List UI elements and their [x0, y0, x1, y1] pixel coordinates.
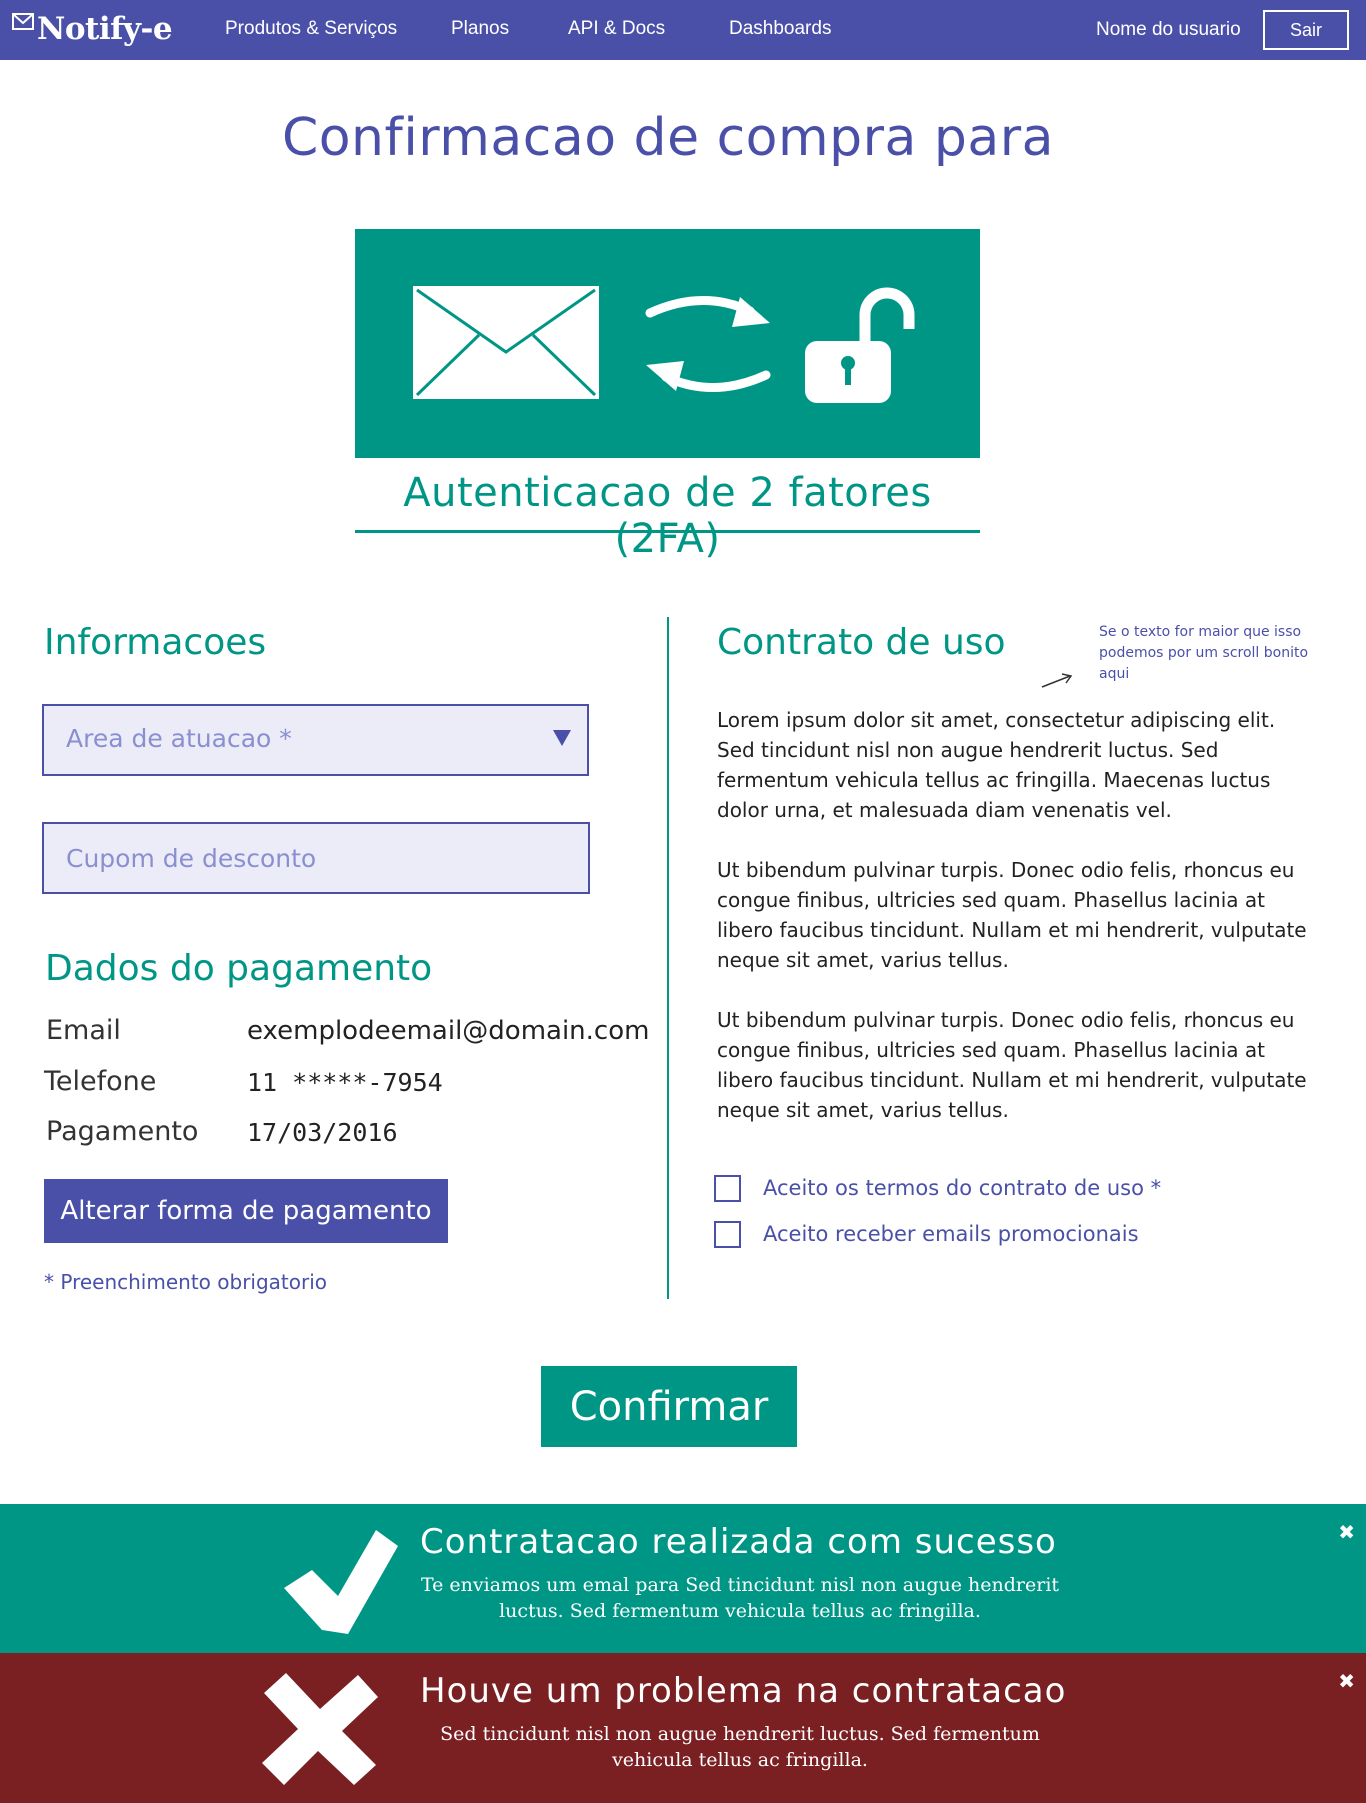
logout-button[interactable]: Sair: [1263, 10, 1349, 50]
designer-annotation: Se o texto for maior que isso podemos po…: [1099, 624, 1309, 682]
brand-logo[interactable]: Notify-e: [12, 6, 173, 52]
success-alert-message: Te enviamos um emal para Sed tincidunt n…: [420, 1574, 1060, 1622]
hero-underline: [355, 530, 980, 533]
payment-date-value: 17/03/2016: [247, 1118, 398, 1147]
user-name[interactable]: Nome do usuario: [1096, 0, 1241, 60]
contract-section-title: Contrato de uso: [717, 622, 1006, 663]
accept-promo-label[interactable]: Aceito receber emails promocionais: [763, 1222, 1139, 1246]
accept-terms-label[interactable]: Aceito os termos do contrato de uso *: [763, 1176, 1161, 1200]
contract-paragraph: Ut bibendum pulvinar turpis. Donec odio …: [717, 858, 1307, 972]
brand-name: Notify-e: [37, 11, 173, 47]
envelope-icon: [413, 286, 599, 399]
success-alert-title: Contratacao realizada com sucesso: [420, 1522, 1057, 1562]
error-alert-message: Sed tincidunt nisl non augue hendrerit l…: [440, 1723, 1040, 1771]
column-divider: [667, 617, 669, 1299]
nav-link-api-docs[interactable]: API & Docs: [568, 0, 665, 60]
arrow-icon: [1041, 673, 1073, 688]
close-icon[interactable]: ✖: [1338, 1669, 1355, 1693]
payment-section-title: Dados do pagamento: [45, 948, 433, 989]
payment-label: Pagamento: [46, 1116, 199, 1147]
nav-link-produtos[interactable]: Produtos & Serviços: [225, 0, 397, 60]
contract-paragraph: Lorem ipsum dolor sit amet, consectetur …: [717, 708, 1276, 822]
accept-promo-checkbox-row[interactable]: Aceito receber emails promocionais: [714, 1214, 1139, 1254]
nav-link-planos[interactable]: Planos: [451, 0, 509, 60]
accept-promo-checkbox[interactable]: [714, 1220, 741, 1248]
top-navbar: Notify-e Produtos & Serviços Planos API …: [0, 0, 1366, 60]
page-title: Confirmacao de compra para: [281, 108, 1055, 168]
accept-terms-checkbox[interactable]: [714, 1174, 741, 1202]
hero-caption: Autenticacao de 2 fatores (2FA): [403, 470, 932, 562]
two-factor-banner: [355, 229, 980, 458]
change-payment-button[interactable]: Alterar forma de pagamento: [44, 1179, 448, 1243]
accept-terms-checkbox-row[interactable]: Aceito os termos do contrato de uso *: [714, 1168, 1161, 1208]
email-value: exemplodeemail@domain.com: [247, 1016, 650, 1046]
coupon-input[interactable]: [42, 822, 590, 894]
contract-paragraph: Ut bibendum pulvinar turpis. Donec odio …: [717, 1008, 1307, 1122]
error-alert-title: Houve um problema na contratacao: [420, 1671, 1067, 1711]
cross-icon: [262, 1673, 378, 1785]
error-alert: Houve um problema na contratacao Sed tin…: [0, 1653, 1366, 1803]
phone-value: 11 *****-7954: [247, 1068, 443, 1097]
chevron-down-icon: [553, 730, 571, 746]
check-icon: [284, 1530, 398, 1634]
area-select[interactable]: Area de atuacao *: [42, 704, 589, 776]
email-label: Email: [46, 1015, 121, 1046]
unlock-icon: [805, 287, 915, 403]
sync-icon: [645, 296, 771, 392]
envelope-icon: [12, 13, 34, 30]
success-alert: Contratacao realizada com sucesso Te env…: [0, 1504, 1366, 1654]
close-icon[interactable]: ✖: [1338, 1520, 1355, 1544]
required-note: * Preenchimento obrigatorio: [44, 1270, 328, 1294]
info-section-title: Informacoes: [44, 622, 267, 663]
nav-link-dashboards[interactable]: Dashboards: [729, 0, 831, 60]
phone-label: Telefone: [44, 1066, 157, 1097]
area-select-placeholder: Area de atuacao *: [66, 724, 292, 753]
confirm-button[interactable]: Confirmar: [541, 1366, 797, 1447]
